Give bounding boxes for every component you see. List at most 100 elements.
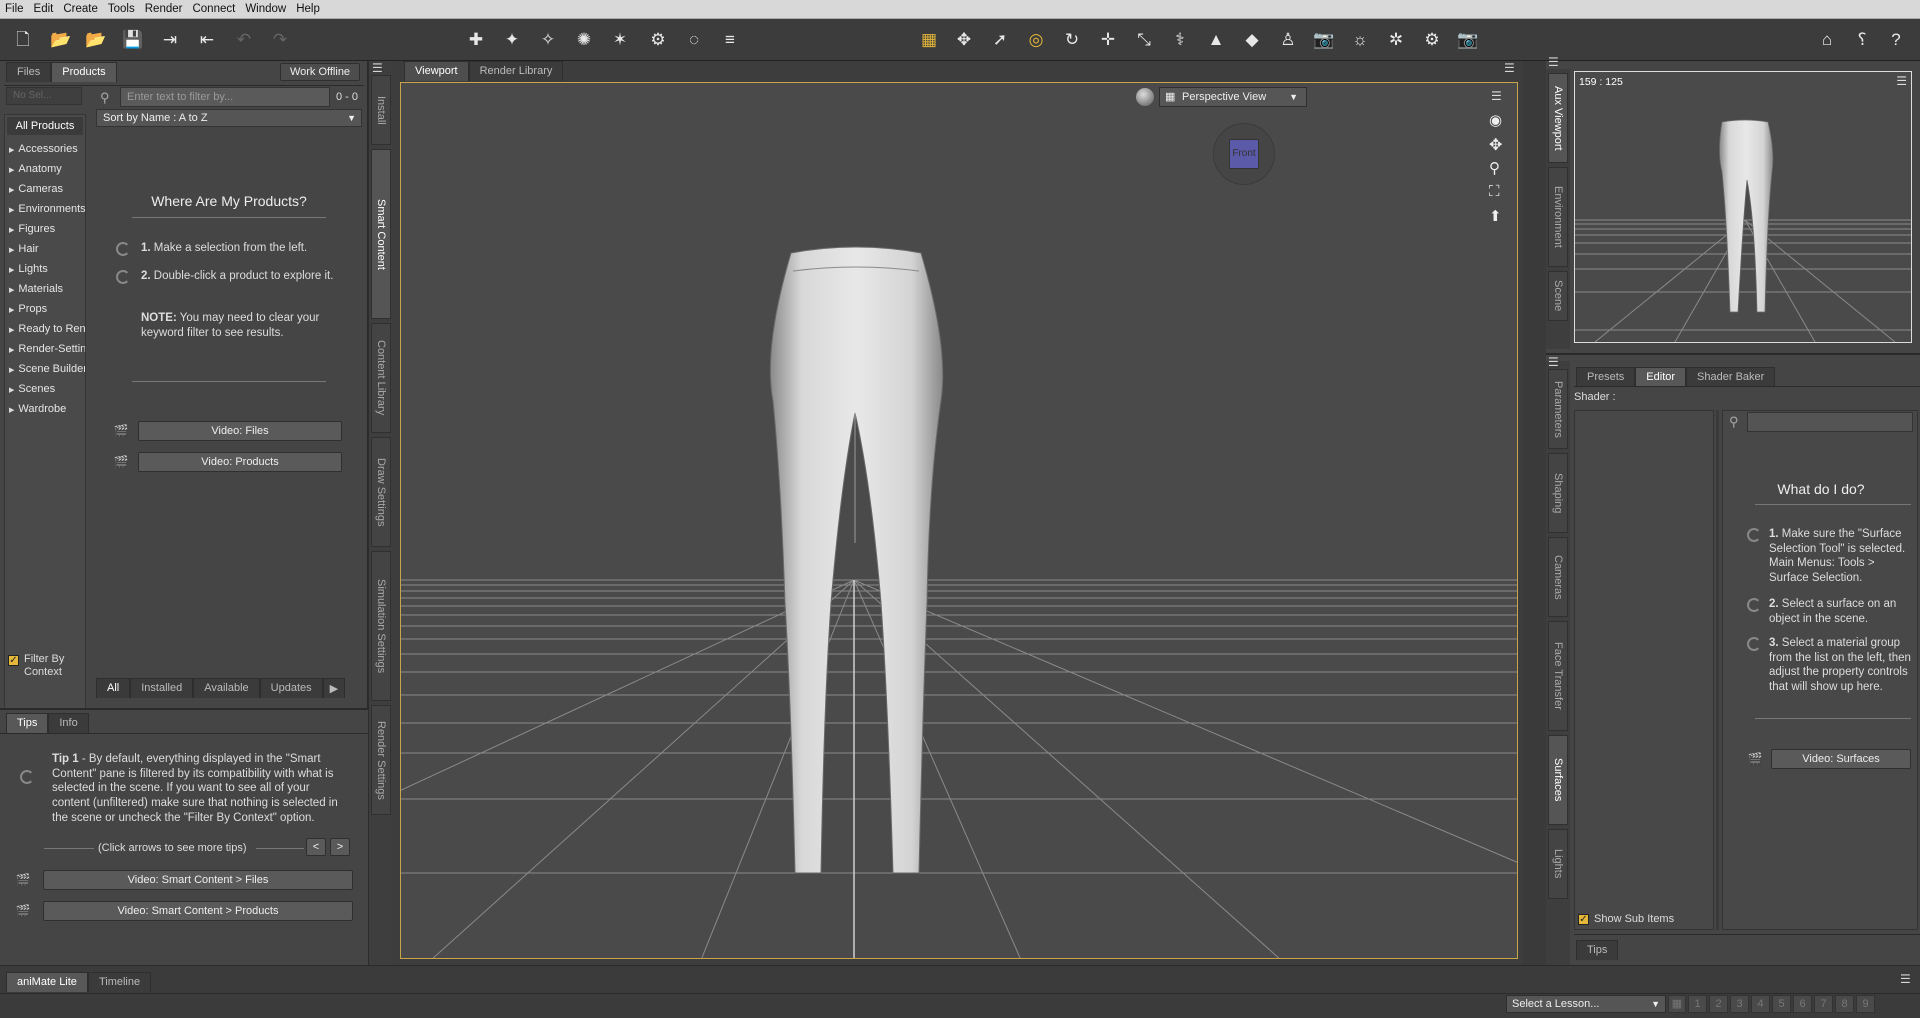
- geometry-sculptor-icon[interactable]: ◆: [1240, 28, 1264, 52]
- lesson-page[interactable]: 1: [1688, 995, 1707, 1013]
- filter-tab-updates[interactable]: Updates: [259, 678, 323, 698]
- render-settings-icon[interactable]: ✲: [1384, 28, 1408, 52]
- menu-window[interactable]: Window: [240, 3, 291, 15]
- redo-icon[interactable]: ↷: [268, 28, 292, 52]
- home-icon[interactable]: ⌂: [1815, 28, 1839, 52]
- pane-menu-icon[interactable]: ☰: [1900, 972, 1911, 986]
- pane-menu-icon[interactable]: ☰: [372, 61, 383, 75]
- open-icon[interactable]: 📂: [49, 28, 73, 52]
- lesson-page[interactable]: 8: [1835, 995, 1854, 1013]
- category-item[interactable]: Cameras: [5, 179, 85, 199]
- create-light-icon[interactable]: ✦: [500, 28, 524, 52]
- splitter[interactable]: [1716, 410, 1719, 930]
- shading-ball-icon[interactable]: [1136, 88, 1154, 106]
- vtab-content-library[interactable]: Content Library: [371, 323, 391, 433]
- filter-by-context[interactable]: ✓ Filter By Context: [6, 653, 84, 683]
- vtab-scene[interactable]: Scene: [1548, 271, 1568, 321]
- node-select-icon[interactable]: ➚: [988, 28, 1012, 52]
- frame-icon[interactable]: ⛶: [1489, 183, 1500, 200]
- view-dropdown[interactable]: ▦ Perspective View ▼: [1159, 87, 1307, 107]
- grid-select-icon[interactable]: ▦: [917, 28, 941, 52]
- lesson-page[interactable]: 9: [1856, 995, 1875, 1013]
- export-icon[interactable]: ⇤: [195, 28, 219, 52]
- merge-icon[interactable]: 📂: [84, 28, 108, 52]
- vtab-surfaces[interactable]: Surfaces: [1548, 735, 1568, 825]
- vtab-shaping[interactable]: Shaping: [1548, 453, 1568, 533]
- save-icon[interactable]: 💾: [121, 28, 145, 52]
- import-icon[interactable]: ⇥: [158, 28, 182, 52]
- material-group-list[interactable]: [1574, 410, 1714, 930]
- video-smart-products-button[interactable]: Video: Smart Content > Products: [43, 901, 353, 921]
- filter-tab-all[interactable]: All: [96, 678, 131, 698]
- tab-info[interactable]: Info: [48, 713, 89, 733]
- menu-edit[interactable]: Edit: [29, 3, 59, 15]
- lesson-page[interactable]: 4: [1751, 995, 1770, 1013]
- orbit-icon[interactable]: ◉: [1489, 111, 1502, 129]
- align-icon[interactable]: ≡: [718, 28, 742, 52]
- render-camera-icon[interactable]: 📷: [1456, 28, 1480, 52]
- lesson-page[interactable]: 2: [1709, 995, 1728, 1013]
- show-sub-items[interactable]: ✓ Show Sub Items: [1576, 912, 1716, 928]
- render-icon[interactable]: ⚙: [1420, 28, 1444, 52]
- category-item[interactable]: Wardrobe: [5, 399, 85, 419]
- cube-face-front[interactable]: Front: [1229, 139, 1259, 169]
- lesson-page[interactable]: 7: [1814, 995, 1833, 1013]
- lesson-page[interactable]: 3: [1730, 995, 1749, 1013]
- vtab-aux-viewport[interactable]: Aux Viewport: [1548, 73, 1568, 163]
- category-item[interactable]: Environments: [5, 199, 85, 219]
- menu-help[interactable]: Help: [291, 3, 325, 15]
- pan-icon[interactable]: ✥: [1489, 135, 1502, 155]
- menu-create[interactable]: Create: [58, 3, 103, 15]
- viewport-menu-icon[interactable]: ☰: [1491, 89, 1502, 103]
- next-tip-button[interactable]: >: [330, 838, 350, 856]
- video-surfaces-button[interactable]: Video: Surfaces: [1771, 749, 1911, 769]
- primitive-icon[interactable]: ◌: [682, 28, 706, 52]
- undo-icon[interactable]: ↶: [232, 28, 256, 52]
- menu-render[interactable]: Render: [140, 3, 188, 15]
- category-item[interactable]: Materials: [5, 279, 85, 299]
- checkbox-icon[interactable]: ✓: [1578, 914, 1589, 925]
- tab-tips[interactable]: Tips: [6, 713, 49, 733]
- pane-menu-icon[interactable]: ☰: [1548, 355, 1559, 369]
- menu-connect[interactable]: Connect: [187, 3, 240, 15]
- vtab-environment[interactable]: Environment: [1548, 167, 1568, 267]
- lesson-dropdown[interactable]: Select a Lesson... ▼: [1506, 995, 1666, 1013]
- tab-shader-baker[interactable]: Shader Baker: [1686, 367, 1776, 387]
- translate-icon[interactable]: ✛: [1096, 28, 1120, 52]
- tab-tips[interactable]: Tips: [1576, 940, 1619, 960]
- spotlight-icon[interactable]: ✧: [536, 28, 560, 52]
- filter-tab-available[interactable]: Available: [193, 678, 260, 698]
- category-item[interactable]: Hair: [5, 239, 85, 259]
- category-item[interactable]: Figures: [5, 219, 85, 239]
- pose-tool-icon[interactable]: ♙: [1276, 28, 1300, 52]
- tab-files[interactable]: Files: [6, 62, 52, 82]
- vtab-lights[interactable]: Lights: [1548, 829, 1568, 899]
- tab-timeline[interactable]: Timeline: [87, 972, 152, 992]
- category-item[interactable]: Anatomy: [5, 159, 85, 179]
- category-item[interactable]: Lights: [5, 259, 85, 279]
- filter-tab-installed[interactable]: Installed: [130, 678, 194, 698]
- filter-input[interactable]: Enter text to filter by...: [120, 87, 330, 107]
- geometry-editor-icon[interactable]: ▲: [1204, 28, 1228, 52]
- create-figure-icon[interactable]: ✚: [464, 28, 488, 52]
- zoom-icon[interactable]: ⚲: [1489, 159, 1500, 177]
- vtab-draw-settings[interactable]: Draw Settings: [371, 437, 391, 547]
- reset-view-icon[interactable]: ⬆: [1489, 207, 1502, 225]
- point-light-icon[interactable]: ✺: [572, 28, 596, 52]
- video-smart-files-button[interactable]: Video: Smart Content > Files: [43, 870, 353, 890]
- rotate-icon[interactable]: ↻: [1060, 28, 1084, 52]
- light-tool-icon[interactable]: ☼: [1348, 28, 1372, 52]
- camera-tool-icon[interactable]: 📷: [1312, 28, 1336, 52]
- vtab-simulation-settings[interactable]: Simulation Settings: [371, 551, 391, 701]
- view-cube[interactable]: Front: [1213, 123, 1275, 185]
- help-icon[interactable]: ?: [1884, 28, 1908, 52]
- lesson-list-icon[interactable]: ▦: [1668, 995, 1686, 1013]
- tab-editor[interactable]: Editor: [1635, 367, 1687, 387]
- distant-light-icon[interactable]: ✶: [608, 28, 632, 52]
- tab-products[interactable]: Products: [51, 62, 117, 82]
- vtab-render-settings[interactable]: Render Settings: [371, 705, 391, 815]
- all-products-item[interactable]: All Products: [7, 117, 83, 135]
- tab-viewport[interactable]: Viewport: [404, 61, 469, 81]
- pane-menu-icon[interactable]: ☰: [1548, 55, 1559, 69]
- scroll-right-icon[interactable]: ▶: [322, 678, 346, 698]
